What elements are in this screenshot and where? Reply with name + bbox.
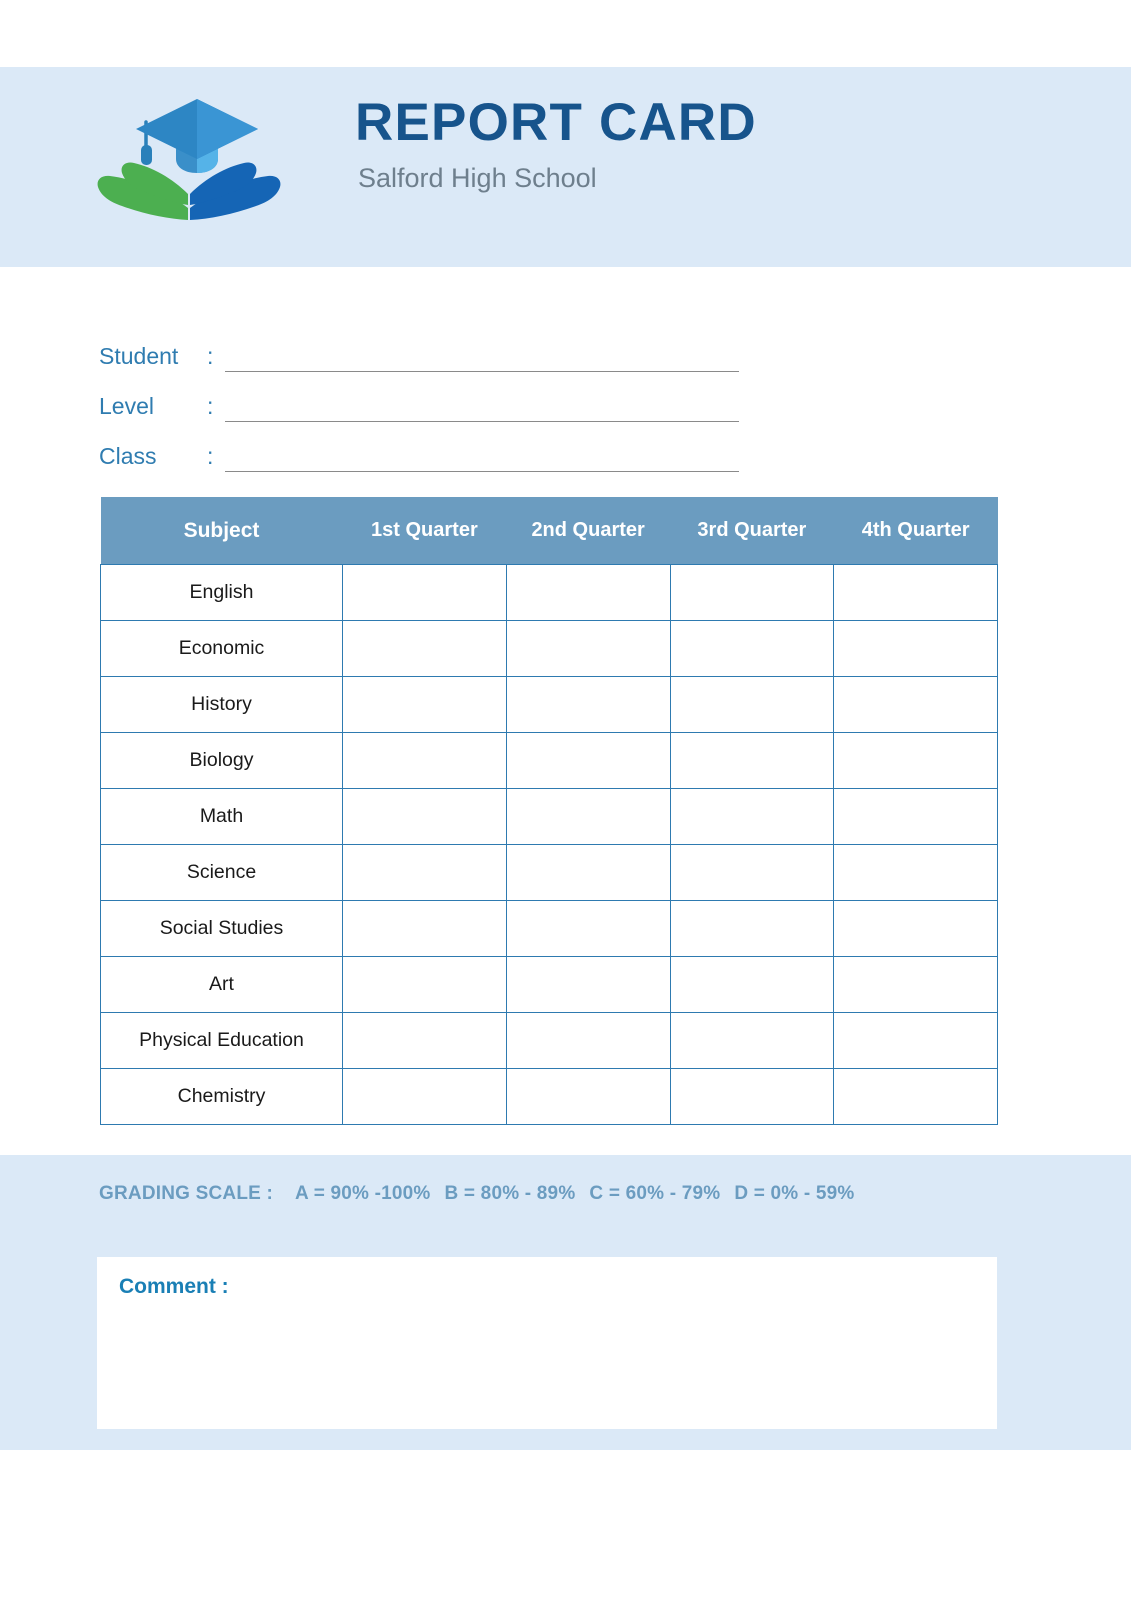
- subject-cell: Biology: [100, 732, 343, 789]
- table-row: Economic: [100, 620, 998, 677]
- grade-cell-q3[interactable]: [669, 1068, 835, 1125]
- grade-cell-q2[interactable]: [505, 1012, 671, 1069]
- grade-cell-q4[interactable]: [833, 1012, 998, 1069]
- title-block: REPORT CARD Salford High School: [355, 95, 757, 194]
- grade-cell-q2[interactable]: [505, 1068, 671, 1125]
- grade-cell-q1[interactable]: [342, 564, 507, 621]
- column-header-subject: Subject: [100, 497, 343, 565]
- grade-cell-q2[interactable]: [505, 788, 671, 845]
- table-row: Biology: [100, 732, 998, 789]
- grade-cell-q2[interactable]: [505, 676, 671, 733]
- grade-cell-q1[interactable]: [342, 676, 507, 733]
- subject-cell: Economic: [100, 620, 343, 677]
- grade-cell-q1[interactable]: [342, 1068, 507, 1125]
- school-name: Salford High School: [358, 162, 597, 193]
- grade-cell-q1[interactable]: [342, 732, 507, 789]
- grade-cell-q4[interactable]: [833, 676, 998, 733]
- grading-scale-item-c: C = 60% - 79%: [589, 1183, 721, 1204]
- header-band: REPORT CARD Salford High School: [0, 67, 1131, 267]
- column-header-q2: 2nd Quarter: [506, 497, 670, 565]
- grade-cell-q1[interactable]: [342, 900, 507, 957]
- student-label: Student: [99, 343, 179, 369]
- grade-cell-q1[interactable]: [342, 956, 507, 1013]
- student-input[interactable]: [225, 343, 739, 372]
- grading-scale: GRADING SCALE : A = 90% -100% B = 80% - 89…: [99, 1183, 869, 1205]
- grade-cell-q2[interactable]: [505, 564, 671, 621]
- class-colon: :: [207, 443, 214, 469]
- grade-cell-q1[interactable]: [342, 620, 507, 677]
- level-label: Level: [99, 393, 154, 419]
- table-header-row: Subject 1st Quarter 2nd Quarter 3rd Quar…: [100, 497, 998, 565]
- student-info-section: Student : Level : Class :: [99, 322, 739, 472]
- info-row-student: Student :: [99, 322, 739, 372]
- grade-cell-q4[interactable]: [833, 956, 998, 1013]
- grade-cell-q1[interactable]: [342, 788, 507, 845]
- grade-cell-q3[interactable]: [669, 676, 835, 733]
- grade-cell-q3[interactable]: [669, 788, 835, 845]
- level-input[interactable]: [225, 393, 739, 422]
- table-row: Science: [100, 844, 998, 901]
- column-header-q4: 4th Quarter: [833, 497, 998, 565]
- table-row: Math: [100, 788, 998, 845]
- subject-cell: Math: [100, 788, 343, 845]
- table-row: Chemistry: [100, 1068, 998, 1125]
- table-body: English Economic History Biology Math Sc…: [100, 564, 998, 1125]
- subject-cell: Science: [100, 844, 343, 901]
- graduation-cap-book-logo: [88, 87, 328, 227]
- column-header-q3: 3rd Quarter: [670, 497, 834, 565]
- subject-cell: English: [100, 564, 343, 621]
- grade-cell-q3[interactable]: [669, 956, 835, 1013]
- grade-cell-q2[interactable]: [505, 956, 671, 1013]
- grading-scale-item-b: B = 80% - 89%: [444, 1183, 576, 1204]
- grade-cell-q3[interactable]: [669, 1012, 835, 1069]
- level-colon: :: [207, 393, 214, 419]
- subject-cell: History: [100, 676, 343, 733]
- student-colon: :: [207, 343, 214, 369]
- info-row-level: Level :: [99, 372, 739, 422]
- class-label: Class: [99, 443, 157, 469]
- grading-scale-item-a: A = 90% -100%: [295, 1183, 431, 1204]
- grade-cell-q2[interactable]: [505, 900, 671, 957]
- grade-cell-q1[interactable]: [342, 1012, 507, 1069]
- grade-cell-q2[interactable]: [505, 732, 671, 789]
- grade-cell-q4[interactable]: [833, 620, 998, 677]
- grade-cell-q4[interactable]: [833, 900, 998, 957]
- subject-cell: Physical Education: [100, 1012, 343, 1069]
- comment-label: Comment :: [119, 1275, 229, 1298]
- subject-cell: Art: [100, 956, 343, 1013]
- grade-cell-q4[interactable]: [833, 788, 998, 845]
- grades-table: Subject 1st Quarter 2nd Quarter 3rd Quar…: [100, 497, 998, 1125]
- grading-scale-item-d: D = 0% - 59%: [734, 1183, 855, 1204]
- grade-cell-q4[interactable]: [833, 844, 998, 901]
- subject-cell: Chemistry: [100, 1068, 343, 1125]
- grade-cell-q3[interactable]: [669, 620, 835, 677]
- grading-scale-label: GRADING SCALE :: [99, 1183, 273, 1204]
- class-input[interactable]: [225, 443, 739, 472]
- table-row: History: [100, 676, 998, 733]
- grade-cell-q3[interactable]: [669, 564, 835, 621]
- table-row: Physical Education: [100, 1012, 998, 1069]
- column-header-q1: 1st Quarter: [342, 497, 507, 565]
- info-row-class: Class :: [99, 422, 739, 472]
- grade-cell-q3[interactable]: [669, 732, 835, 789]
- grade-cell-q1[interactable]: [342, 844, 507, 901]
- comment-box[interactable]: Comment :: [97, 1257, 997, 1429]
- subject-cell: Social Studies: [100, 900, 343, 957]
- page-title: REPORT CARD: [355, 93, 757, 152]
- table-row: Art: [100, 956, 998, 1013]
- grade-cell-q4[interactable]: [833, 1068, 998, 1125]
- table-row: Social Studies: [100, 900, 998, 957]
- grade-cell-q4[interactable]: [833, 564, 998, 621]
- grade-cell-q4[interactable]: [833, 732, 998, 789]
- grade-cell-q2[interactable]: [505, 844, 671, 901]
- grade-cell-q2[interactable]: [505, 620, 671, 677]
- table-row: English: [100, 564, 998, 621]
- grade-cell-q3[interactable]: [669, 844, 835, 901]
- grade-cell-q3[interactable]: [669, 900, 835, 957]
